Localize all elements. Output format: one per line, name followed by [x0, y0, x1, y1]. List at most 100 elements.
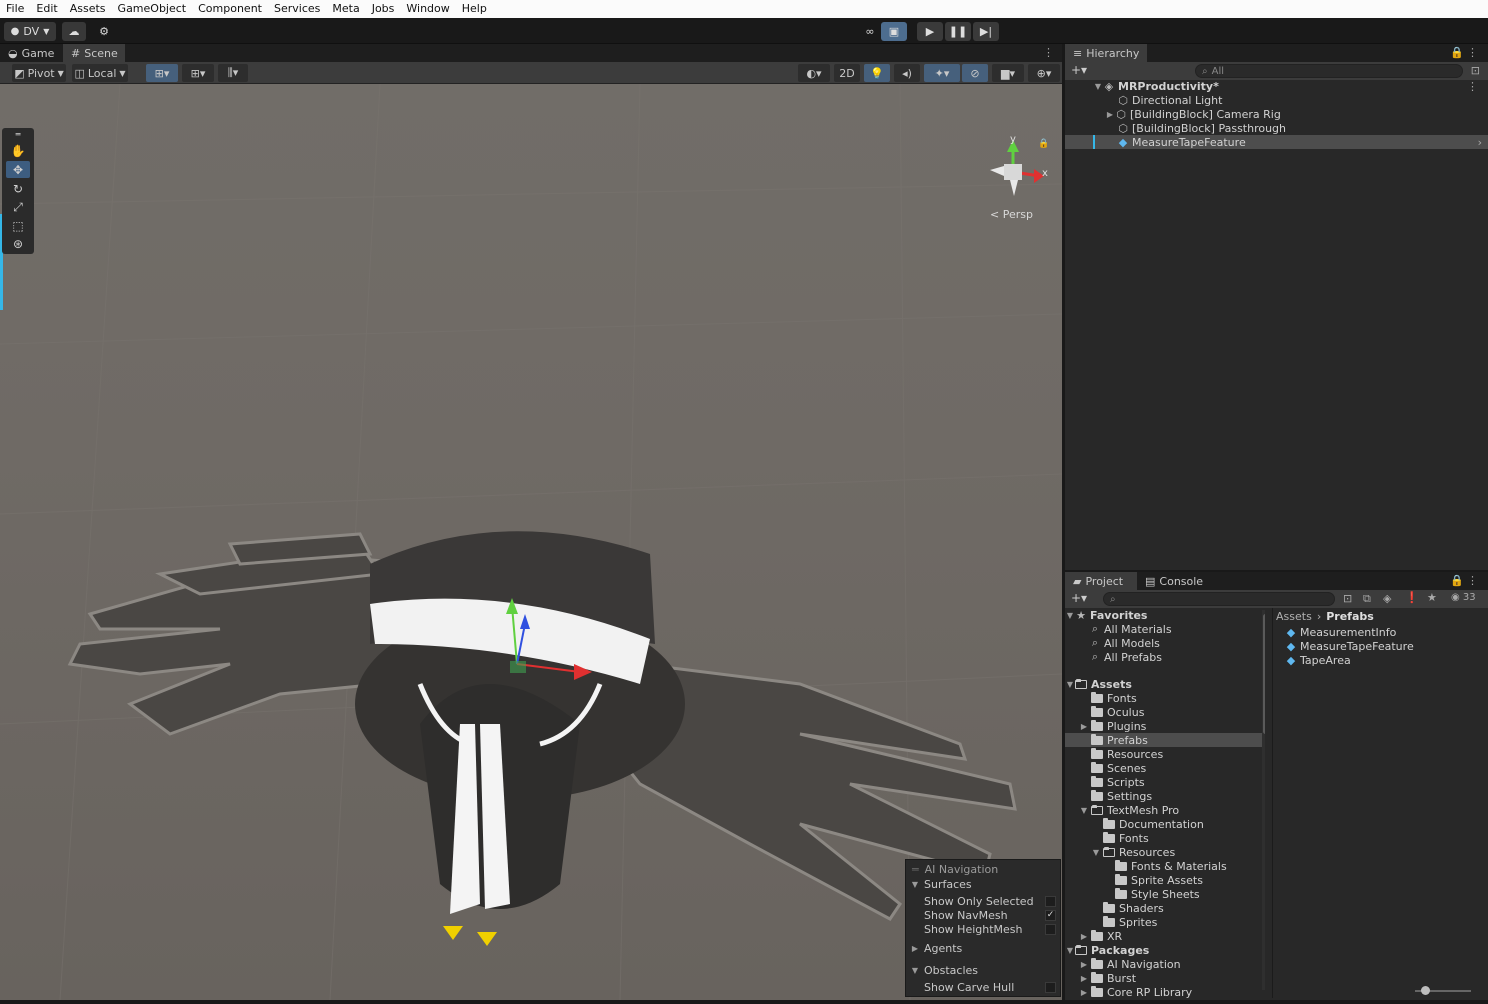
asset-tape-area[interactable]: ◆ TapeArea	[1285, 653, 1488, 667]
lighting-toggle[interactable]: 💡	[864, 64, 890, 82]
show-navmesh-row[interactable]: Show NavMesh ✓	[906, 908, 1062, 922]
add-icon[interactable]: +▾	[1071, 591, 1087, 605]
folder-tree-scroll-thumb[interactable]	[1263, 614, 1265, 734]
menu-jobs[interactable]: Jobs	[366, 0, 401, 18]
draw-mode-dropdown[interactable]: ◐▾	[798, 64, 830, 82]
collapse-arrow-icon[interactable]: ▶	[1079, 988, 1089, 997]
lock-icon[interactable]: 🔒	[1450, 574, 1464, 587]
collapse-arrow-icon[interactable]: ▶	[1105, 110, 1115, 119]
more-options-icon[interactable]: ⋮	[1467, 46, 1478, 59]
folder-settings[interactable]: Settings	[1065, 789, 1265, 803]
collab-button[interactable]: ⚙	[92, 22, 116, 41]
expand-arrow-icon[interactable]: ▼	[1065, 680, 1075, 689]
rotate-tool-icon[interactable]: ↻	[6, 180, 30, 197]
grid-snap-button[interactable]: ⊞▾	[146, 64, 178, 82]
hierarchy-item-camera-rig[interactable]: ▶ ⬡ [BuildingBlock] Camera Rig	[1065, 107, 1488, 121]
cloud-button[interactable]: ☁	[62, 22, 86, 41]
camera-dropdown[interactable]: ▆▾	[992, 64, 1024, 82]
scene-viewport[interactable]: y x < Persp 🔒 ═ ✋ ✥ ↻ ⤢ ⬚ ⊛ ═ AI Navigat…	[0, 84, 1062, 1000]
menu-meta[interactable]: Meta	[326, 0, 365, 18]
asset-measurement-info[interactable]: ◆ MeasurementInfo	[1285, 625, 1488, 639]
increment-snap-button[interactable]: ⫼▾	[218, 64, 248, 82]
orientation-gizmo[interactable]	[990, 140, 1044, 196]
favorite-all-materials[interactable]: ⌕ All Materials	[1065, 622, 1265, 636]
play-button[interactable]: ▶	[917, 22, 943, 41]
folder-style-sheets[interactable]: Style Sheets	[1065, 887, 1265, 901]
favorites-row[interactable]: ▼ ★ Favorites	[1065, 608, 1265, 622]
type-filter-icon[interactable]: ⧉	[1363, 592, 1371, 606]
expand-arrow-icon[interactable]: ▼	[1091, 848, 1101, 857]
favorite-all-models[interactable]: ⌕ All Models	[1065, 636, 1265, 650]
2d-toggle[interactable]: 2D	[834, 64, 860, 82]
simulator-button[interactable]: ▣	[881, 22, 907, 41]
show-carve-hull-checkbox[interactable]	[1045, 981, 1056, 993]
favorite-all-prefabs[interactable]: ⌕ All Prefabs	[1065, 650, 1265, 664]
more-options-icon[interactable]: ⋮	[1467, 80, 1478, 93]
folder-prefabs[interactable]: Prefabs	[1065, 733, 1265, 747]
folder-scenes[interactable]: Scenes	[1065, 761, 1265, 775]
menu-services[interactable]: Services	[268, 0, 326, 18]
folder-documentation[interactable]: Documentation	[1065, 817, 1265, 831]
star-icon[interactable]: ★	[1427, 591, 1437, 604]
tab-game[interactable]: ◒ Game	[0, 44, 62, 62]
folder-oculus[interactable]: Oculus	[1065, 705, 1265, 719]
project-search-input[interactable]: ⌕	[1103, 592, 1335, 606]
collapse-arrow-icon[interactable]: ▶	[1079, 722, 1089, 731]
tab-scene[interactable]: # Scene	[63, 44, 125, 62]
more-options-icon[interactable]: ⋮	[1467, 574, 1478, 587]
rect-tool-icon[interactable]: ⬚	[6, 217, 30, 234]
chevron-right-icon[interactable]: ›	[1478, 136, 1482, 149]
package-burst[interactable]: ▶ Burst	[1065, 971, 1265, 985]
assets-root-row[interactable]: ▼ Assets	[1065, 677, 1265, 691]
menu-assets[interactable]: Assets	[64, 0, 112, 18]
menu-component[interactable]: Component	[192, 0, 268, 18]
tab-hierarchy[interactable]: ≡ Hierarchy	[1065, 44, 1147, 62]
show-navmesh-checkbox[interactable]: ✓	[1045, 909, 1056, 921]
menu-window[interactable]: Window	[400, 0, 455, 18]
menu-gameobject[interactable]: GameObject	[112, 0, 193, 18]
gizmos-dropdown[interactable]: ⊕▾	[1028, 64, 1060, 82]
meta-button[interactable]: ∞	[860, 22, 880, 41]
show-heightmesh-checkbox[interactable]	[1045, 923, 1056, 935]
audio-toggle[interactable]: ◂)	[894, 64, 920, 82]
hierarchy-search-input[interactable]: ⌕ All	[1195, 64, 1463, 78]
lock-icon[interactable]: 🔒	[1450, 46, 1464, 59]
effects-dropdown[interactable]: ✦▾	[924, 64, 960, 82]
collapse-arrow-icon[interactable]: ▶	[1079, 974, 1089, 983]
transform-tool-icon[interactable]: ⊛	[6, 235, 30, 252]
folder-sprite-assets[interactable]: Sprite Assets	[1065, 873, 1265, 887]
expand-arrow-icon[interactable]: ▼	[1065, 946, 1075, 955]
hidden-packages-toggle[interactable]: ◉ 33	[1451, 592, 1476, 603]
folder-fonts-materials[interactable]: Fonts & Materials	[1065, 859, 1265, 873]
grid-visibility-button[interactable]: ⊞▾	[182, 64, 214, 82]
expand-arrow-icon[interactable]: ▼	[1065, 611, 1075, 620]
folder-scripts[interactable]: Scripts	[1065, 775, 1265, 789]
label-filter-icon[interactable]: ◈	[1383, 592, 1391, 605]
show-only-selected-checkbox[interactable]	[1045, 895, 1056, 907]
agents-foldout[interactable]: ▶ Agents	[906, 941, 1062, 955]
pivot-dropdown[interactable]: ◩ Pivot ▼	[12, 64, 66, 82]
show-heightmesh-row[interactable]: Show HeightMesh	[906, 922, 1062, 936]
expand-arrow-icon[interactable]: ▼	[1079, 806, 1089, 815]
local-dropdown[interactable]: ◫ Local ▼	[72, 64, 128, 82]
add-icon[interactable]: +▾	[1071, 63, 1087, 77]
breadcrumb-prefabs[interactable]: Prefabs	[1326, 610, 1374, 624]
folder-shaders[interactable]: Shaders	[1065, 901, 1265, 915]
warning-filter-icon[interactable]: ❗	[1405, 591, 1419, 604]
drag-handle-icon[interactable]: ═	[6, 130, 30, 139]
pause-button[interactable]: ❚❚	[945, 22, 971, 41]
tab-console[interactable]: ▤ Console	[1137, 572, 1217, 590]
folder-xr[interactable]: ▶ XR	[1065, 929, 1265, 943]
folder-sprites[interactable]: Sprites	[1065, 915, 1265, 929]
hand-tool-icon[interactable]: ✋	[6, 142, 30, 159]
tab-project[interactable]: ▰ Project	[1065, 572, 1137, 590]
collapse-arrow-icon[interactable]: ▶	[1079, 960, 1089, 969]
folder-resources[interactable]: Resources	[1065, 747, 1265, 761]
hierarchy-item-measure-tape[interactable]: ◆ MeasureTapeFeature ›	[1065, 135, 1488, 149]
account-button[interactable]: ● DV ▼	[4, 22, 56, 41]
hierarchy-item-directional-light[interactable]: ⬡ Directional Light	[1065, 93, 1488, 107]
surfaces-foldout[interactable]: ▼ Surfaces	[906, 877, 1062, 891]
collapse-arrow-icon[interactable]: ▶	[1079, 932, 1089, 941]
menu-help[interactable]: Help	[456, 0, 493, 18]
asset-measure-tape-feature[interactable]: ◆ MeasureTapeFeature	[1285, 639, 1488, 653]
